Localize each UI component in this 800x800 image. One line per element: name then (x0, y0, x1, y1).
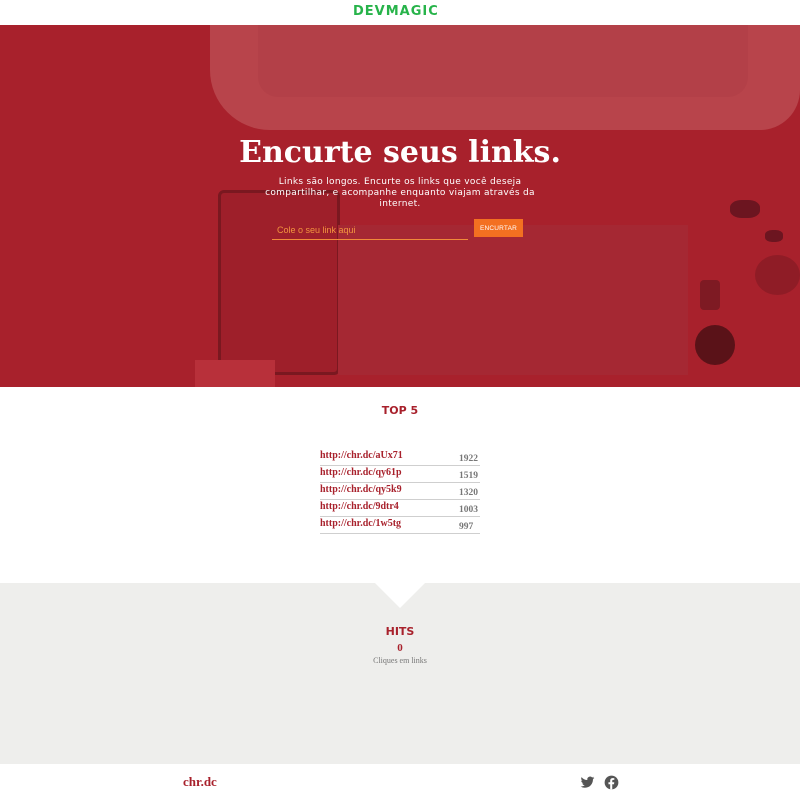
hit-count: 1922 (459, 454, 478, 464)
section-notch (375, 583, 425, 608)
link-url-input[interactable] (272, 220, 468, 240)
top-bar: DEVMAGIC (0, 0, 800, 25)
list-item: http://chr.dc/qy61p 1519 (320, 466, 480, 483)
hit-count: 997 (459, 522, 474, 532)
hero-background-tablet (218, 190, 340, 375)
hero-background-object (755, 255, 800, 295)
hero-background-object (765, 230, 783, 242)
short-link[interactable]: http://chr.dc/9dtr4 (320, 501, 399, 512)
hit-count: 1519 (459, 471, 478, 481)
hero-background-object (730, 200, 760, 218)
list-item: http://chr.dc/aUx71 1922 (320, 449, 480, 466)
logo-text-magic: MAGIC (385, 4, 439, 19)
hit-count: 1320 (459, 488, 478, 498)
hits-section: HITS 0 Cliques em links (0, 583, 800, 764)
footer: chr.dc (0, 764, 800, 800)
footer-brand-link[interactable]: chr.dc (183, 774, 217, 790)
hero-background-object (700, 280, 720, 310)
hero-background-book (195, 360, 275, 387)
facebook-icon[interactable] (604, 775, 619, 790)
twitter-icon[interactable] (580, 775, 595, 790)
devmagic-logo[interactable]: DEVMAGIC (353, 4, 439, 19)
short-link[interactable]: http://chr.dc/qy61p (320, 467, 402, 478)
top5-title: TOP 5 (381, 404, 419, 417)
shorten-button[interactable]: ENCURTAR (474, 219, 523, 237)
short-link[interactable]: http://chr.dc/qy5k9 (320, 484, 402, 495)
hero-title: Encurte seus links. (239, 135, 561, 170)
short-link[interactable]: http://chr.dc/1w5tg (320, 518, 401, 529)
logo-text-dev: DEV (353, 4, 386, 19)
list-item: http://chr.dc/qy5k9 1320 (320, 483, 480, 500)
hero-background-pad (338, 225, 688, 375)
hero-background-watch (695, 325, 735, 365)
top5-section: TOP 5 http://chr.dc/aUx71 1922 http://ch… (0, 387, 800, 583)
hits-caption: Cliques em links (373, 656, 427, 665)
short-link[interactable]: http://chr.dc/aUx71 (320, 450, 403, 461)
hits-count: 0 (397, 642, 403, 654)
list-item: http://chr.dc/9dtr4 1003 (320, 500, 480, 517)
list-item: http://chr.dc/1w5tg 997 (320, 517, 480, 534)
hits-title: HITS (385, 625, 415, 638)
hero-background-monitor-inner (258, 25, 748, 97)
hero-section: Encurte seus links. Links são longos. En… (0, 25, 800, 387)
hero-subtitle: Links são longos. Encurte os links que v… (265, 177, 535, 209)
hit-count: 1003 (459, 505, 478, 515)
top5-list: http://chr.dc/aUx71 1922 http://chr.dc/q… (320, 449, 480, 534)
